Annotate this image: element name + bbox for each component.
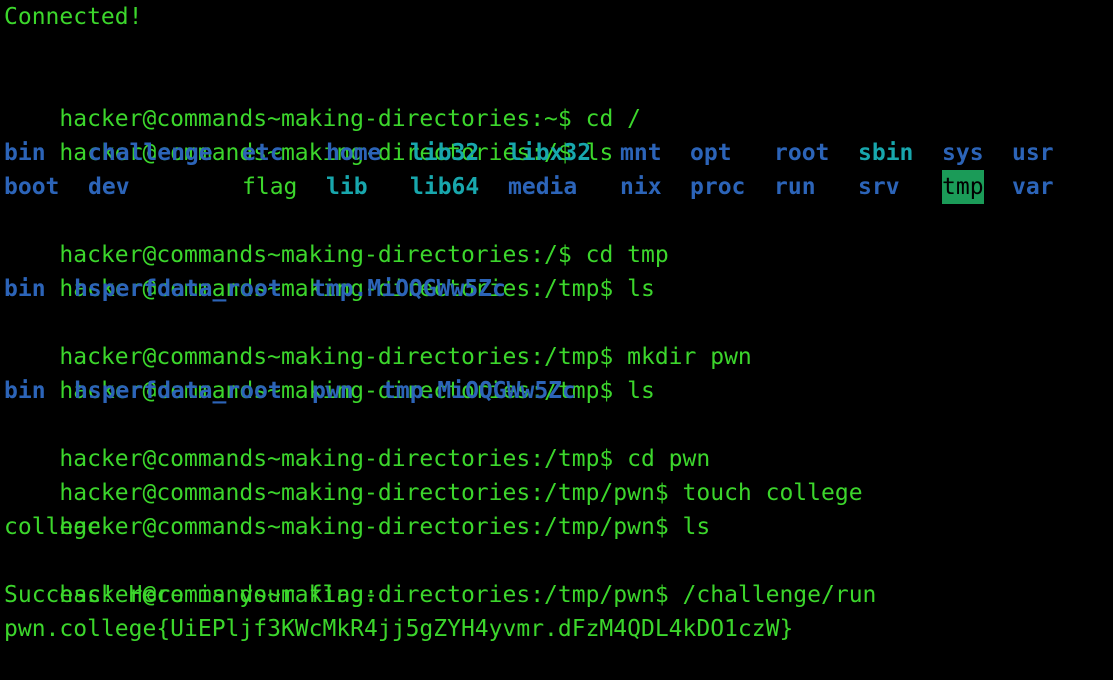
dir-entry: hsperfdata_root <box>74 276 282 302</box>
dir-entry: sys <box>942 140 984 166</box>
prompt-line: hacker@commands~making-directories:/tmp/… <box>4 476 710 540</box>
prompt-line: hacker@commands~making-directories:/$ ls <box>4 102 613 166</box>
command: ls <box>682 514 711 540</box>
prompt-line: hacker@commands~making-directories:~$ cd… <box>4 68 641 132</box>
dir-entry: challenge <box>88 140 213 166</box>
dir-entry: bin <box>4 378 46 404</box>
file-entry: college <box>4 514 101 540</box>
dir-entry: bin <box>4 140 46 166</box>
prompt-line: hacker@commands~making-directories:/tmp$… <box>4 408 710 472</box>
symlink-entry: libx32 <box>508 140 592 166</box>
dir-entry: etc <box>242 140 284 166</box>
dir-entry: root <box>774 140 830 166</box>
prompt: hacker@commands~making-directories:/tmp/… <box>59 514 669 540</box>
dir-entry: bin <box>4 276 46 302</box>
prompt-line: hacker@commands~making-directories:/tmp$… <box>4 340 654 404</box>
prompt-line: hacker@commands~making-directories:/tmp$… <box>4 238 654 302</box>
output-connected: Connected! <box>4 4 143 30</box>
dir-entry: media <box>508 174 578 200</box>
prompt-line: hacker@commands~making-directories:/tmp$… <box>4 306 751 370</box>
dir-entry: pwn <box>312 378 354 404</box>
dir-entry: run <box>774 174 816 200</box>
dir-entry: dev <box>88 174 130 200</box>
ls-output-row: boot dev flag lib lib64 media nix proc r… <box>4 170 1104 204</box>
dir-entry: opt <box>690 140 732 166</box>
ls-output-row: bin challenge etc home lib32 libx32 mnt … <box>4 136 1104 170</box>
dir-entry: tmp.MiOQGWw5Zc <box>312 276 506 302</box>
prompt-line-current[interactable]: hacker@commands~making-directories:/tmp/… <box>4 646 669 680</box>
dir-entry: hsperfdata_root <box>74 378 282 404</box>
dir-entry: usr <box>1012 140 1054 166</box>
dir-entry: srv <box>858 174 900 200</box>
dir-entry: boot <box>4 174 60 200</box>
prompt-line: hacker@commands~making-directories:/$ cd… <box>4 204 668 268</box>
dir-entry: var <box>1012 174 1054 200</box>
symlink-entry: lib64 <box>410 174 480 200</box>
dir-entry: proc <box>690 174 746 200</box>
output-success: Success! Here is your flag: <box>4 582 378 608</box>
symlink-entry: lib <box>326 174 368 200</box>
dir-entry: home <box>326 140 382 166</box>
prompt-line: hacker@commands~making-directories:/tmp/… <box>4 442 862 506</box>
sticky-dir-entry: tmp <box>942 170 984 204</box>
terminal-window[interactable]: Connected! hacker@commands~making-direct… <box>0 0 1113 680</box>
command: /challenge/run <box>682 582 877 608</box>
prompt-line: hacker@commands~making-directories:/tmp/… <box>4 544 876 608</box>
dir-entry: nix <box>620 174 662 200</box>
symlink-entry: lib32 <box>410 140 480 166</box>
symlink-entry: sbin <box>858 140 914 166</box>
ls-output-row: bin hsperfdata_root tmp.MiOQGWw5Zc <box>4 272 1104 306</box>
output-flag: pwn.college{UiEPljf3KWcMkR4jj5gZYH4yvmr.… <box>4 616 794 642</box>
file-entry: flag <box>242 174 298 200</box>
ls-output-row: bin hsperfdata_root pwn tmp.MiOQGWw5Zc <box>4 374 1104 408</box>
dir-entry: mnt <box>620 140 662 166</box>
dir-entry: tmp.MiOQGWw5Zc <box>382 378 576 404</box>
